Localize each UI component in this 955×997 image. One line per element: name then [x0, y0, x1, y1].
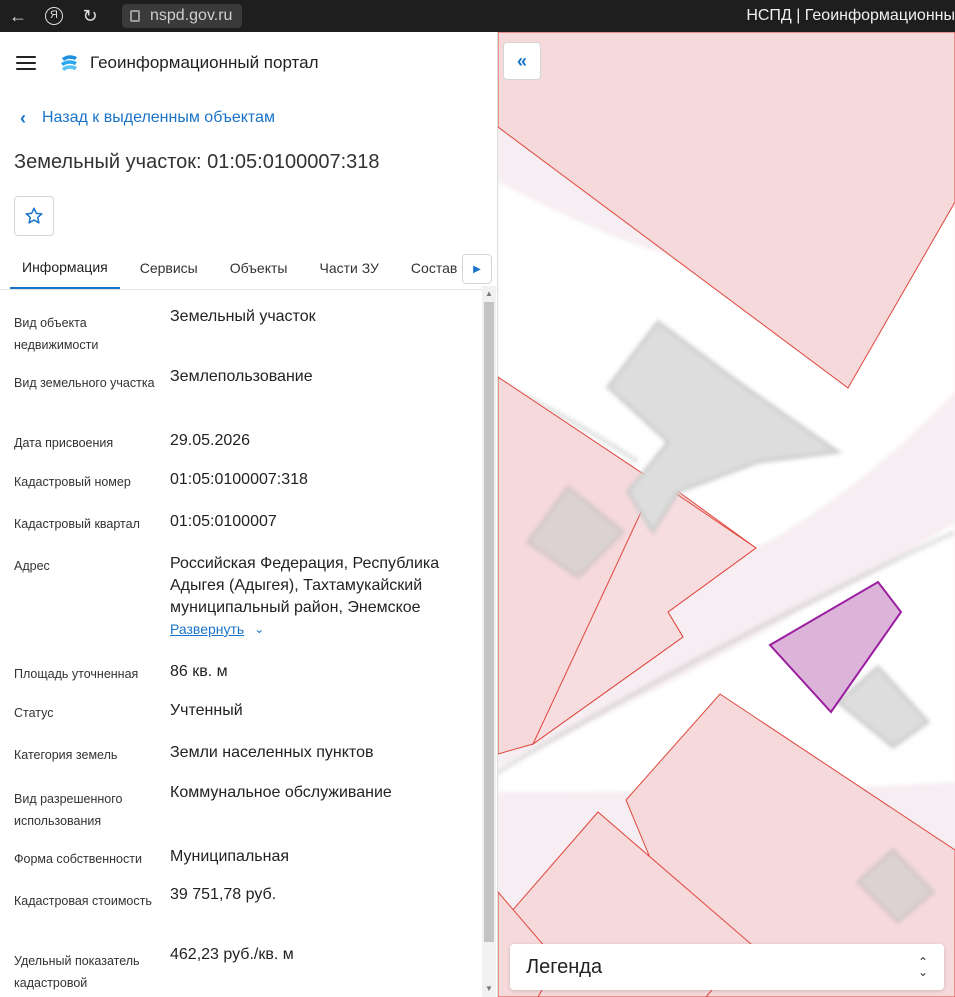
- field-row: Категория земель Земли населенных пункто…: [0, 744, 381, 766]
- field-value: 29.05.2026: [170, 432, 251, 449]
- attribute-list: Вид объекта недвижимости Земельный участ…: [0, 286, 480, 997]
- field-row: Вид земельного участка Землепользование: [0, 368, 321, 394]
- address-bar[interactable]: nspd.gov.ru: [122, 4, 242, 28]
- field-value: Земли населенных пунктов: [170, 744, 374, 761]
- field-label: Форма собственности: [14, 852, 142, 866]
- field-row: Форма собственности Муниципальная: [0, 848, 297, 870]
- tab-bar: Информация Сервисы Объекты Части ЗУ Сост…: [0, 248, 497, 290]
- collapse-panel-button[interactable]: «: [503, 42, 541, 80]
- yandex-icon[interactable]: Я: [36, 0, 72, 32]
- object-title: Земельный участок: 01:05:0100007:318: [14, 150, 380, 173]
- field-label: Вид разрешенного использования: [14, 792, 123, 828]
- portal-logo-icon: [61, 55, 77, 71]
- field-label: Кадастровый квартал: [14, 517, 140, 531]
- field-row: Кадастровый квартал 01:05:0100007: [0, 513, 285, 535]
- menu-icon[interactable]: [16, 56, 36, 70]
- scrollbar[interactable]: ▲ ▼: [482, 286, 496, 997]
- back-arrow-icon[interactable]: ←: [0, 0, 36, 32]
- field-row: Удельный показатель кадастровой 462,23 р…: [0, 946, 302, 994]
- field-value: Муниципальная: [170, 848, 290, 865]
- map-view[interactable]: « Легенда ⌃ ⌄: [498, 32, 955, 997]
- star-icon: [25, 207, 43, 224]
- portal-title: Геоинформационный портал: [90, 53, 319, 72]
- scroll-up-icon[interactable]: ▲: [485, 290, 493, 298]
- browser-tab-title[interactable]: НСПД | Геоинформационны: [746, 0, 955, 32]
- field-row: Кадастровая стоимость 39 751,78 руб.: [0, 886, 284, 912]
- tab-services[interactable]: Сервисы: [128, 247, 210, 289]
- field-value: Учтенный: [170, 702, 243, 719]
- field-value: Земельный участок: [170, 308, 316, 325]
- back-to-selection-link[interactable]: ‹ Назад к выделенным объектам: [0, 94, 497, 142]
- reload-icon[interactable]: ↻: [72, 0, 108, 32]
- tab-information[interactable]: Информация: [10, 247, 120, 289]
- field-label: Вид объекта недвижимости: [14, 316, 99, 352]
- field-label: Вид земельного участка: [14, 376, 155, 390]
- info-panel: Геоинформационный портал ‹ Назад к выдел…: [0, 32, 498, 997]
- field-label: Удельный показатель кадастровой: [14, 954, 140, 990]
- legend-panel[interactable]: Легенда ⌃ ⌄: [510, 944, 944, 990]
- field-label: Кадастровый номер: [14, 475, 131, 489]
- field-value: Землепользование: [170, 368, 313, 385]
- tabs-scroll-right-button[interactable]: ▶: [462, 254, 492, 284]
- field-value: 86 кв. м: [170, 663, 228, 680]
- field-value: 01:05:0100007: [170, 513, 277, 530]
- tab-objects[interactable]: Объекты: [218, 247, 300, 289]
- chevron-down-icon: ⌄: [254, 622, 265, 636]
- field-row: Кадастровый номер 01:05:0100007:318: [0, 471, 316, 493]
- legend-title: Легенда: [526, 955, 603, 978]
- field-row: Вид объекта недвижимости Земельный участ…: [0, 308, 324, 356]
- field-label: Дата присвоения: [14, 436, 114, 450]
- field-value: Коммунальное обслуживание: [170, 784, 392, 801]
- back-link-label: Назад к выделенным объектам: [42, 109, 275, 126]
- field-row: Дата присвоения 29.05.2026: [0, 432, 258, 454]
- portal-header: Геоинформационный портал: [0, 32, 497, 94]
- field-label: Адрес: [14, 559, 50, 573]
- lock-icon: [130, 10, 140, 22]
- field-label: Статус: [14, 706, 54, 720]
- scrollbar-thumb[interactable]: [484, 302, 494, 942]
- field-value: 462,23 руб./кв. м: [170, 946, 294, 963]
- field-row: Площадь уточненная 86 кв. м: [0, 663, 236, 685]
- scroll-down-icon[interactable]: ▼: [485, 985, 493, 993]
- field-label: Площадь уточненная: [14, 667, 139, 681]
- tab-composition[interactable]: Состав: [399, 247, 469, 289]
- field-row: Статус Учтенный: [0, 702, 251, 724]
- field-value: 01:05:0100007:318: [170, 471, 308, 488]
- field-label: Кадастровая стоимость: [14, 894, 152, 908]
- field-row: Адрес Российская Федерация, Республика А…: [0, 555, 480, 637]
- map-canvas[interactable]: [498, 32, 955, 997]
- expand-link[interactable]: Развернуть: [170, 621, 244, 637]
- browser-toolbar: ← Я ↻ nspd.gov.ru НСПД | Геоинформационн…: [0, 0, 955, 32]
- field-row: Вид разрешенного использования Коммуналь…: [0, 784, 400, 832]
- url-text: nspd.gov.ru: [150, 7, 233, 24]
- yandex-glyph: Я: [45, 7, 63, 25]
- expand-collapse-icon[interactable]: ⌃ ⌄: [918, 956, 928, 978]
- double-chevron-left-icon: «: [516, 50, 527, 71]
- triangle-right-icon: ▶: [473, 263, 481, 275]
- favorite-button[interactable]: [14, 196, 54, 236]
- tab-parts[interactable]: Части ЗУ: [307, 247, 390, 289]
- chevron-left-icon: ‹: [20, 107, 26, 128]
- expand-address[interactable]: Развернуть ⌄: [170, 621, 480, 637]
- field-value: 39 751,78 руб.: [170, 886, 277, 903]
- field-label: Категория земель: [14, 748, 118, 762]
- address-value: Российская Федерация, Республика Адыгея …: [170, 555, 440, 616]
